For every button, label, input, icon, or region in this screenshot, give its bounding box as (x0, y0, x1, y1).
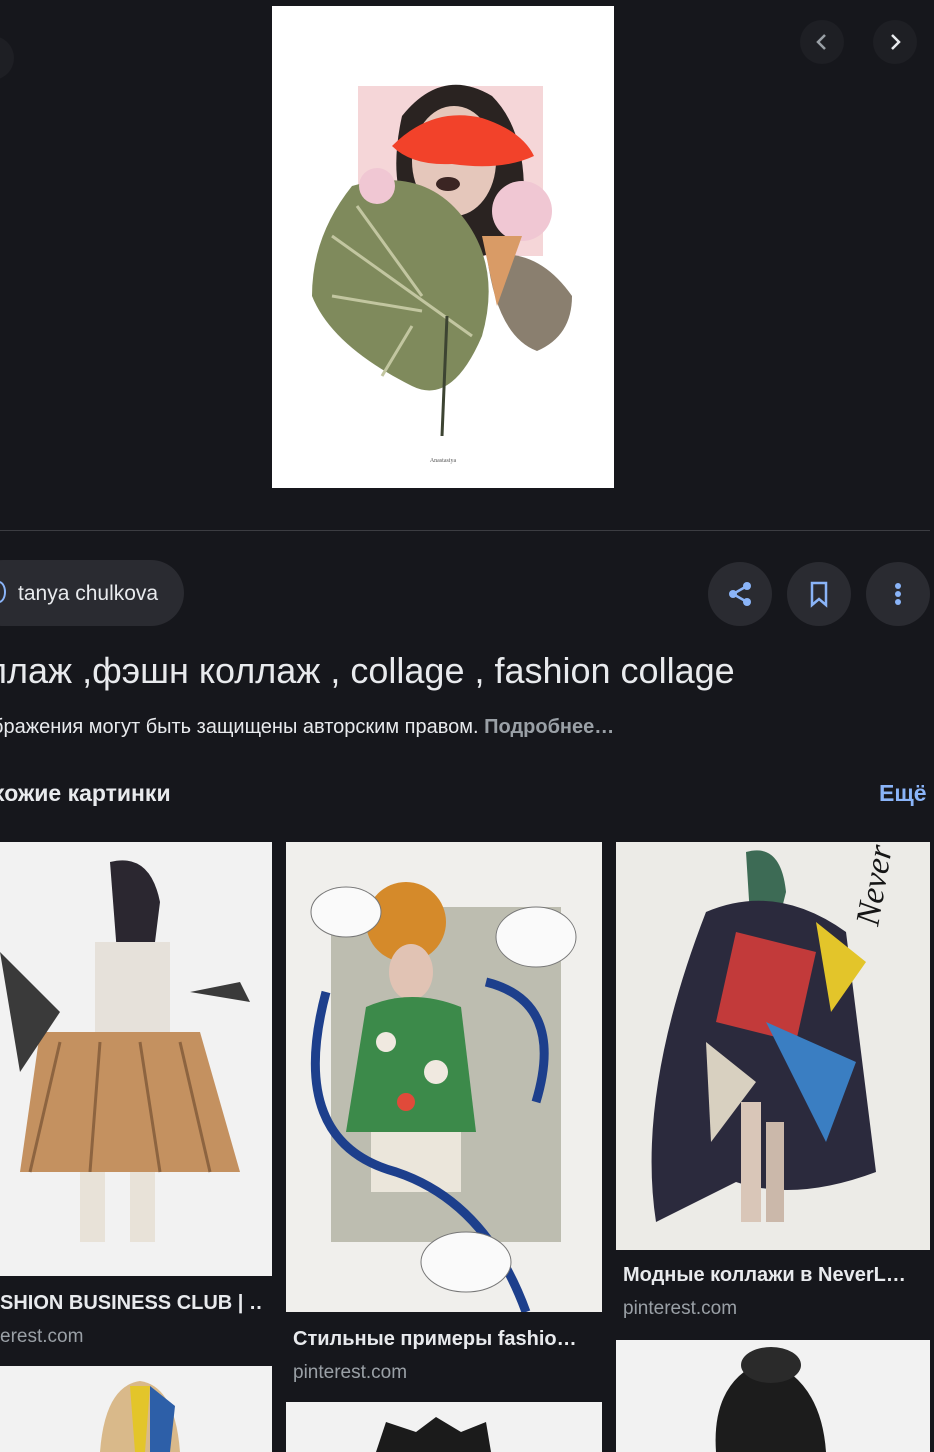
related-overlay-text: Never Lazy (849, 842, 912, 929)
more-vert-icon (895, 583, 901, 605)
image-title[interactable]: ллаж ,фэшн коллаж , collage , fashion co… (0, 650, 735, 692)
chevron-left-icon (816, 34, 826, 50)
related-source-1: erest.com (0, 1326, 84, 1347)
related-image-3[interactable]: Never Lazy (616, 842, 930, 1250)
related-image-1[interactable] (0, 842, 272, 1276)
related-title-1[interactable]: SHION BUSINESS CLUB | … (0, 1292, 262, 1315)
related-source-3: pinterest.com (623, 1298, 738, 1319)
related-source-2: pinterest.com (293, 1362, 408, 1383)
related-thumbnail (0, 860, 250, 1242)
related-image-5[interactable] (286, 1402, 602, 1452)
copyright-text: бражения могут быть защищены авторским п… (0, 716, 479, 738)
related-thumbnail (100, 1381, 180, 1452)
divider (0, 530, 930, 531)
more-related-link[interactable]: Ещё (879, 780, 927, 807)
more-options-button[interactable] (866, 562, 930, 626)
preview-image[interactable]: Anastasiya (272, 6, 614, 488)
chevron-right-icon (891, 34, 901, 50)
related-title-3[interactable]: Модные коллажи в NeverL… (623, 1264, 919, 1287)
previous-image-button[interactable] (800, 20, 844, 64)
related-title-2[interactable]: Стильные примеры fashio… (293, 1328, 593, 1351)
collage-artwork: Anastasiya (312, 84, 572, 464)
learn-more-link[interactable]: Подробнее… (484, 716, 614, 738)
related-image-2[interactable] (286, 842, 602, 1312)
related-image-4[interactable] (0, 1366, 272, 1452)
related-thumbnail (715, 1347, 826, 1452)
site-favicon-icon (0, 581, 6, 603)
share-icon (729, 582, 751, 606)
copyright-notice: бражения могут быть защищены авторским п… (0, 716, 614, 739)
share-button[interactable] (708, 562, 772, 626)
related-thumbnail (376, 1417, 491, 1452)
bookmark-icon (810, 581, 828, 608)
related-heading: хожие картинки (0, 780, 171, 806)
next-image-button[interactable] (873, 20, 917, 64)
related-thumbnail: Never Lazy (651, 842, 913, 1222)
source-chip[interactable]: tanya chulkova (0, 560, 184, 626)
source-chip-label: tanya chulkova (18, 582, 159, 605)
previous-result-button[interactable] (0, 36, 14, 80)
related-thumbnail (310, 882, 577, 1312)
save-button[interactable] (787, 562, 851, 626)
related-image-6[interactable] (616, 1340, 930, 1452)
artwork-signature: Anastasiya (430, 458, 457, 464)
